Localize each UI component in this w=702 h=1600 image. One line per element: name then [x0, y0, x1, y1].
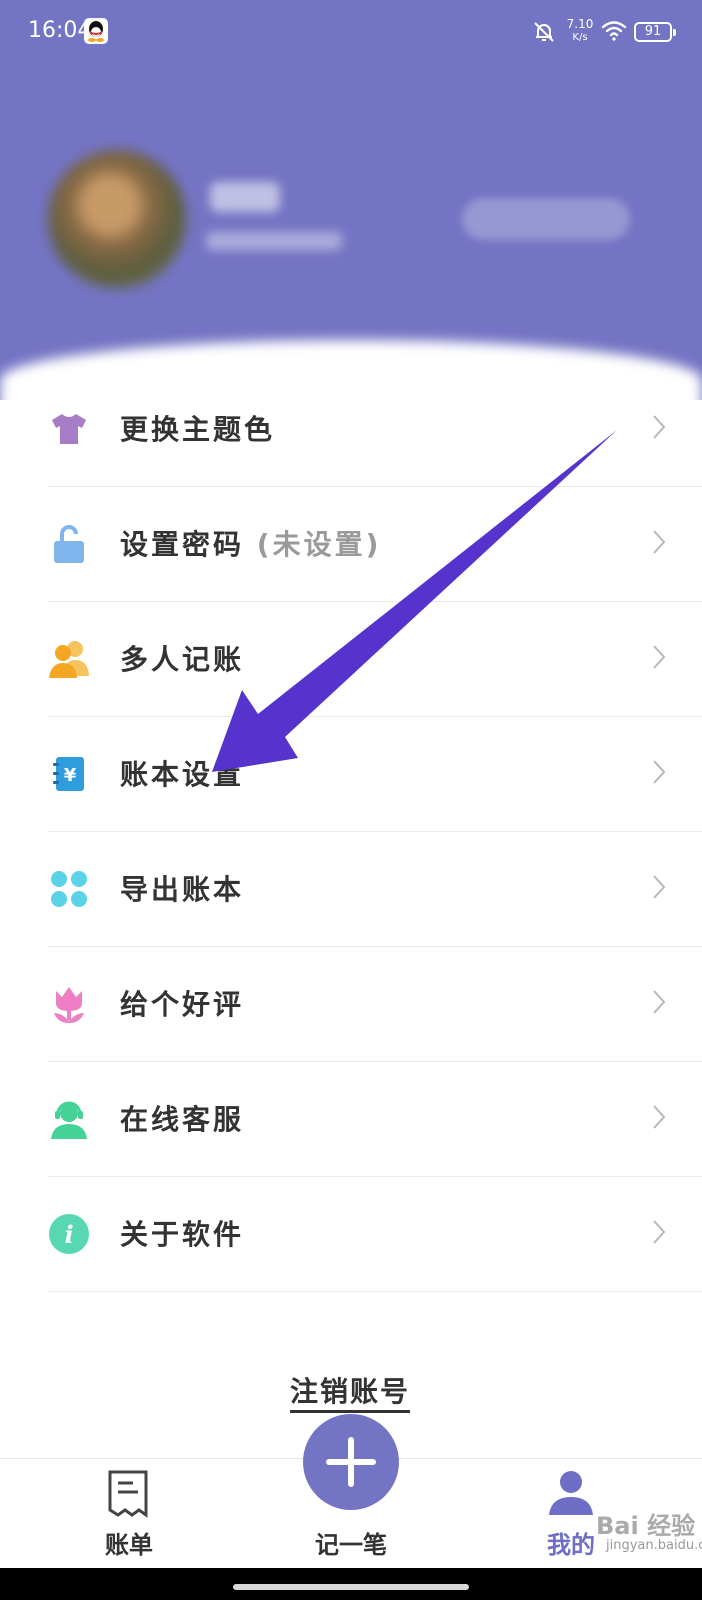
person-icon — [549, 1471, 593, 1515]
logout-button[interactable]: 注销账号 — [290, 1370, 411, 1413]
menu-item-rate-app[interactable]: 给个好评 — [0, 945, 702, 1062]
chevron-right-icon — [652, 874, 666, 904]
svg-text:¥: ¥ — [64, 765, 77, 786]
menu-item-customer-service[interactable]: 在线客服 — [0, 1060, 702, 1177]
menu-item-label: 更换主题色 — [120, 413, 276, 446]
network-speed-unit: K/s — [572, 32, 588, 43]
network-speed: 7.10 K/s — [564, 17, 596, 45]
tulip-icon — [48, 983, 90, 1025]
tshirt-icon — [48, 408, 90, 450]
chevron-right-icon — [652, 414, 666, 444]
menu-item-label: 账本设置 — [120, 758, 245, 791]
nav-bills-label: 账单 — [105, 1531, 153, 1559]
home-indicator[interactable] — [233, 1584, 469, 1590]
menu-item-theme-color[interactable]: 更换主题色 — [0, 370, 702, 487]
chevron-right-icon — [652, 529, 666, 559]
status-bar: 16:04 7.10 K/s 91 — [0, 0, 702, 64]
menu-item-ledger-settings[interactable]: ¥ 账本设置 — [0, 715, 702, 832]
menu-item-label: 导出账本 — [120, 873, 245, 906]
avatar[interactable] — [48, 150, 186, 288]
menu-item-multi-user[interactable]: 多人记账 — [0, 600, 702, 717]
menu-item-export-ledger[interactable]: 导出账本 — [0, 830, 702, 947]
menu-item-label: 在线客服 — [120, 1103, 245, 1136]
menu-item-label: 设置密码 (未设置) — [120, 528, 382, 561]
password-status-note: (未设置) — [256, 528, 382, 561]
menu-item-label: 给个好评 — [120, 988, 245, 1021]
nav-record-label: 记一笔 — [315, 1531, 387, 1559]
menu-item-about[interactable]: i 关于软件 — [0, 1175, 702, 1292]
clover-icon — [48, 868, 90, 910]
chevron-right-icon — [652, 989, 666, 1019]
support-agent-icon — [48, 1098, 90, 1140]
receipt-icon — [108, 1470, 148, 1518]
status-time: 16:04 — [28, 18, 92, 43]
account-id — [206, 232, 342, 250]
profile-action-button[interactable] — [462, 198, 630, 240]
nav-bills[interactable]: 账单 — [54, 1459, 204, 1569]
chevron-right-icon — [652, 1219, 666, 1249]
divider — [48, 1291, 702, 1292]
chevron-right-icon — [652, 644, 666, 674]
info-icon: i — [48, 1213, 90, 1255]
qq-notification-icon — [84, 18, 108, 44]
menu-item-label: 关于软件 — [120, 1218, 245, 1251]
watermark-logo: Bai 经验 — [596, 1512, 696, 1540]
unlock-icon — [48, 523, 90, 565]
svg-text:i: i — [64, 1220, 73, 1249]
battery-indicator: 91 — [634, 22, 676, 42]
watermark-url: jingyan.baidu.com — [606, 1538, 702, 1553]
plus-icon — [326, 1437, 376, 1487]
users-icon — [48, 638, 90, 680]
ledger-icon: ¥ — [48, 753, 90, 795]
menu-item-set-password[interactable]: 设置密码 (未设置) — [0, 485, 702, 602]
profile-section — [0, 150, 702, 290]
network-speed-value: 7.10 — [566, 17, 594, 31]
add-record-button[interactable] — [303, 1414, 399, 1510]
chevron-right-icon — [652, 1104, 666, 1134]
menu-item-label: 多人记账 — [120, 643, 245, 676]
bell-muted-icon — [532, 20, 556, 48]
wifi-icon — [600, 20, 628, 46]
chevron-right-icon — [652, 759, 666, 789]
nickname — [210, 182, 280, 212]
